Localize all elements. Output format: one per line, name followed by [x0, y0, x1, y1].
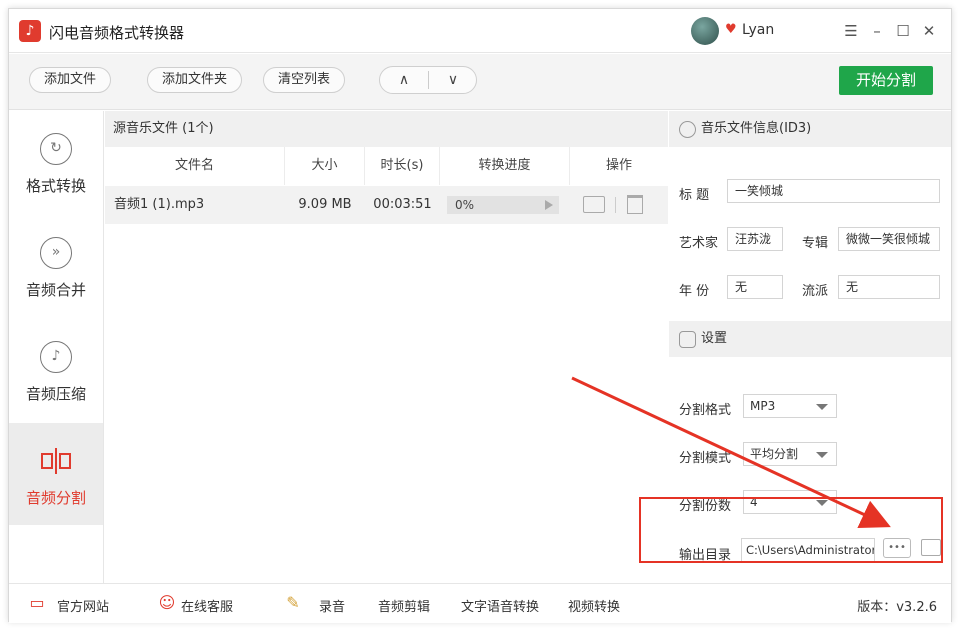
format-value: MP3 — [750, 399, 776, 413]
sidebar-item-format-convert[interactable]: ↻ 格式转换 — [9, 111, 103, 213]
album-label: 专辑 — [802, 236, 829, 251]
clear-list-button[interactable]: 清空列表 — [263, 67, 346, 93]
website-link[interactable]: 官方网站 — [57, 596, 109, 615]
sidebar-item-label: 音频压缩 — [25, 385, 86, 403]
reorder-group: ∧ ∨ — [379, 66, 477, 94]
move-down-button[interactable]: ∨ — [429, 67, 477, 93]
album-field[interactable]: 微微一笑很倾城 — [838, 227, 940, 251]
tts-link[interactable]: 文字语音转换 — [461, 596, 539, 615]
add-folder-button[interactable]: 添加文件夹 — [147, 67, 243, 93]
artist-label: 艺术家 — [679, 236, 719, 251]
chevron-down-icon — [816, 452, 828, 458]
headphones-icon — [679, 121, 696, 138]
vip-heart-icon: ♥ — [725, 22, 737, 37]
add-file-button[interactable]: 添加文件 — [29, 67, 112, 93]
folder-icon[interactable] — [583, 196, 605, 213]
year-field[interactable]: 无 — [727, 275, 783, 299]
sidebar-item-audio-split[interactable]: 音频分割 — [9, 423, 103, 525]
footer: ▭ 官方网站 ☺ 在线客服 ✎ 录音 音频剪辑 文字语音转换 视频转换 版本：v… — [9, 583, 951, 623]
genre-field[interactable]: 无 — [838, 275, 940, 299]
format-select[interactable]: MP3 — [743, 394, 837, 418]
progress-value: 0% — [455, 198, 475, 212]
divider — [615, 197, 616, 213]
trash-icon[interactable] — [627, 195, 643, 214]
file-list: 源音乐文件 (1个) 文件名 大小 时长(s) 转换进度 操作 音频1 (1).… — [105, 111, 668, 583]
id3-header: 音乐文件信息(ID3) — [669, 111, 951, 147]
video-convert-link[interactable]: 视频转换 — [568, 596, 620, 615]
mode-value: 平均分割 — [750, 447, 799, 461]
move-up-button[interactable]: ∧ — [380, 67, 428, 93]
column-header-progress: 转换进度 — [440, 147, 570, 185]
mode-label: 分割模式 — [679, 451, 732, 466]
artist-field[interactable]: 汪苏泷 — [727, 227, 783, 251]
sidebar-item-label: 音频分割 — [25, 489, 86, 507]
close-button[interactable]: ✕ — [917, 19, 941, 43]
sidebar-item-audio-merge[interactable]: » 音频合并 — [9, 215, 103, 317]
start-split-button[interactable]: 开始分割 — [839, 66, 933, 95]
column-header-duration: 时长(s) — [365, 147, 440, 185]
file-size: 9.09 MB — [298, 197, 352, 212]
gear-icon — [679, 331, 696, 348]
support-link[interactable]: 在线客服 — [181, 596, 233, 615]
table-row[interactable]: 音频1 (1).mp3 9.09 MB 00:03:51 0% — [105, 186, 668, 224]
settings-header-label: 设置 — [701, 331, 728, 346]
sidebar-item-label: 音频合并 — [25, 281, 86, 299]
support-icon: ☺ — [158, 593, 176, 612]
list-caption: 源音乐文件 (1个) — [105, 111, 668, 147]
progress-bar: 0% — [447, 196, 559, 214]
settings-header: 设置 — [669, 321, 951, 357]
app-title: 闪电音频格式转换器 — [49, 24, 185, 42]
file-name: 音频1 (1).mp3 — [114, 197, 205, 212]
avatar[interactable] — [691, 17, 719, 45]
sidebar-item-audio-compress[interactable]: ♪ 音频压缩 — [9, 319, 103, 421]
column-header-name: 文件名 — [105, 147, 285, 185]
monitor-icon: ▭ — [29, 593, 45, 612]
chevron-down-icon — [816, 404, 828, 410]
split-icon — [41, 448, 71, 474]
format-label: 分割格式 — [679, 403, 732, 418]
toolbar: 添加文件 添加文件夹 清空列表 ∧ ∨ 开始分割 — [9, 54, 951, 110]
id3-header-label: 音乐文件信息(ID3) — [701, 121, 812, 136]
user-name[interactable]: Lyan — [742, 22, 774, 38]
note-icon: ♪ — [40, 341, 72, 373]
record-link[interactable]: 录音 — [319, 596, 345, 615]
maximize-button[interactable]: ☐ — [891, 19, 915, 43]
music-note-icon: ♪ — [19, 20, 41, 42]
mode-select[interactable]: 平均分割 — [743, 442, 837, 466]
annotation-highlight-box — [639, 497, 943, 563]
title-field[interactable]: 一笑倾城 — [727, 179, 940, 203]
genre-label: 流派 — [802, 284, 829, 299]
column-header-size: 大小 — [285, 147, 365, 185]
menu-button[interactable]: ☰ — [839, 19, 863, 43]
play-icon[interactable] — [545, 200, 553, 210]
version-label: 版本：v3.2.6 — [857, 600, 937, 615]
file-duration: 00:03:51 — [373, 197, 432, 212]
merge-icon: » — [40, 237, 72, 269]
column-header-actions: 操作 — [605, 158, 632, 173]
title-label: 标 题 — [679, 188, 710, 203]
audio-edit-link[interactable]: 音频剪辑 — [378, 596, 430, 615]
refresh-icon: ↻ — [40, 133, 72, 165]
microphone-icon: ✎ — [286, 593, 300, 612]
year-label: 年 份 — [679, 284, 710, 299]
minimize-button[interactable]: – — [865, 19, 889, 43]
sidebar: ↻ 格式转换 » 音频合并 ♪ 音频压缩 音频分割 — [9, 111, 104, 583]
title-bar: ♪ 闪电音频格式转换器 ♥ Lyan ☰ – ☐ ✕ — [9, 9, 951, 53]
sidebar-item-label: 格式转换 — [25, 177, 86, 195]
